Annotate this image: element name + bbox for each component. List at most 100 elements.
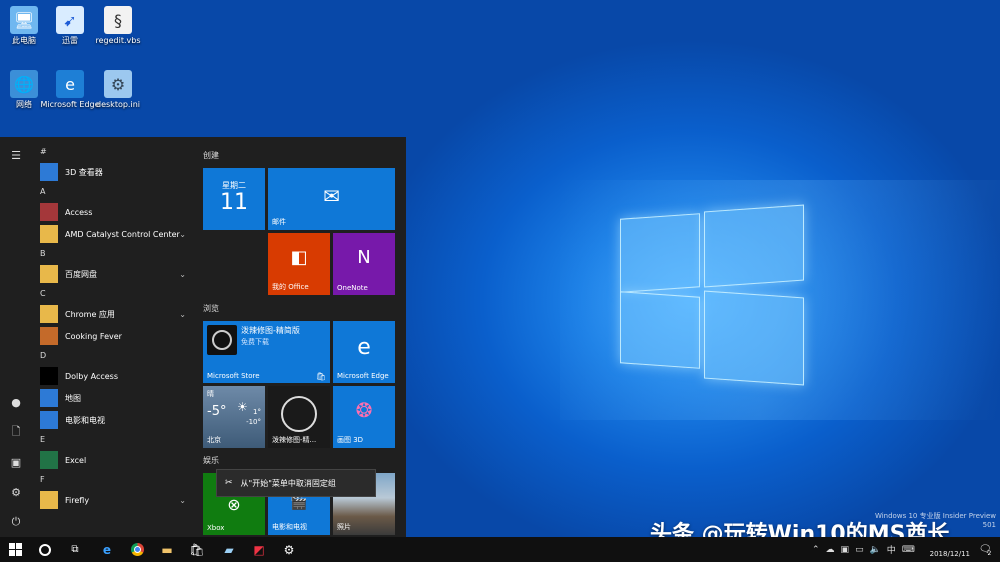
chrome-taskbar-icon[interactable]: [122, 537, 152, 562]
mail-tile[interactable]: ✉ 邮件: [268, 168, 395, 230]
settings-file-icon: ⚙: [104, 70, 132, 98]
folder-icon: [40, 225, 58, 243]
script-file-icon: §: [104, 6, 132, 34]
media-app-taskbar-icon[interactable]: ◩: [244, 537, 274, 562]
ime-indicator[interactable]: 中: [887, 543, 896, 556]
app-list-item[interactable]: Excel: [32, 449, 192, 471]
office-tile[interactable]: ◧ 我的 Office: [268, 233, 330, 295]
app-list-item-label: 3D 查看器: [65, 167, 103, 177]
chevron-down-icon[interactable]: ⌄: [179, 270, 186, 279]
weather-tile[interactable]: 晴 -5° ☀ 1° -10° 北京: [203, 386, 265, 448]
excel-icon: [40, 451, 58, 469]
onenote-tile[interactable]: N OneNote: [333, 233, 395, 295]
power-icon[interactable]: ⏻: [0, 509, 32, 535]
app-list-item[interactable]: Chrome 应用 ⌄: [32, 303, 192, 325]
film-icon: 🎬: [290, 495, 308, 511]
unpin-group-menu-item[interactable]: 从"开始"菜单中取消固定组: [241, 478, 336, 489]
notepad-taskbar-icon[interactable]: ▰: [214, 537, 244, 562]
desktop-icon-regedit[interactable]: § regedit.vbs: [86, 6, 150, 46]
logo-pane: [704, 290, 804, 386]
onenote-icon: N: [357, 247, 371, 268]
edge-taskbar-icon[interactable]: e: [92, 537, 122, 562]
store-tile[interactable]: 泼辣修图-精简版 免费下载 Microsoft Store 🛍: [203, 321, 330, 383]
app-list: #3D 查看器 A Access AMD Catalyst Control Cente…: [32, 143, 192, 511]
app-list-item[interactable]: 百度网盘 ⌄: [32, 263, 192, 285]
app-list-item[interactable]: 3D 查看器: [32, 161, 192, 183]
network-icon: 🌐: [10, 70, 38, 98]
app-list-item-label: 电影和电视: [65, 415, 105, 425]
app-list-item-label: Excel: [65, 455, 87, 465]
chevron-down-icon[interactable]: ⌄: [179, 496, 186, 505]
clock[interactable]: 2018/12/11: [930, 539, 970, 559]
chevron-up-icon[interactable]: ⌃: [812, 545, 820, 555]
app-list-item-label: 地图: [65, 393, 81, 403]
dolby-icon: [40, 367, 58, 385]
app-list-item-label: 百度网盘: [65, 269, 97, 279]
computer-icon: 🖥: [10, 6, 38, 34]
clock-time: [930, 539, 970, 549]
paint-drop-icon: ❂: [355, 398, 373, 422]
network-tray-icon[interactable]: ▭: [855, 545, 864, 555]
store-taskbar-icon[interactable]: 🛍: [182, 537, 212, 562]
start-button-windows-icon[interactable]: [0, 537, 30, 562]
section-header[interactable]: F: [32, 471, 192, 489]
section-header[interactable]: #: [32, 143, 192, 161]
maps-icon: [40, 389, 58, 407]
section-header[interactable]: E: [32, 431, 192, 449]
logo-pane: [620, 213, 700, 293]
app-list-item-label: Access: [65, 207, 93, 217]
search-circle-icon[interactable]: [30, 537, 60, 562]
app-list-item[interactable]: Access: [32, 201, 192, 223]
keyboard-icon[interactable]: ⌨: [902, 545, 915, 555]
app-list-item[interactable]: Dolby Access: [32, 365, 192, 387]
chevron-down-icon[interactable]: ⌄: [179, 230, 186, 239]
envelope-icon: ✉: [323, 184, 340, 208]
app-list-item[interactable]: Firefly ⌄: [32, 489, 192, 511]
movies-icon: [40, 411, 58, 429]
folder-icon: [40, 265, 58, 283]
cloud-icon[interactable]: ☁: [826, 545, 835, 555]
app-list-item[interactable]: 地图: [32, 387, 192, 409]
polarr-tile[interactable]: 泼辣修图-精...: [268, 386, 330, 448]
polarr-app-icon: [207, 325, 237, 355]
app-list-item-label: Chrome 应用: [65, 309, 115, 319]
pictures-icon[interactable]: ▣: [0, 449, 32, 475]
logo-pane: [704, 204, 804, 288]
group-header-browse[interactable]: 浏览: [203, 303, 219, 314]
app-list-item-label: Cooking Fever: [65, 331, 122, 341]
task-view-icon[interactable]: ⧉: [60, 537, 90, 562]
file-explorer-icon[interactable]: ▬: [152, 537, 182, 562]
paint3d-tile[interactable]: ❂ 画图 3D: [333, 386, 395, 448]
section-header[interactable]: C: [32, 285, 192, 303]
user-avatar-icon[interactable]: ●: [0, 389, 32, 415]
app-list-item-label: Firefly: [65, 495, 90, 505]
xbox-icon: ⊗: [227, 495, 241, 514]
edge-tile[interactable]: e Microsoft Edge: [333, 321, 395, 383]
app-list-item[interactable]: AMD Catalyst Control Center ⌄: [32, 223, 192, 245]
app-list-item-label: AMD Catalyst Control Center: [65, 229, 180, 239]
section-header[interactable]: A: [32, 183, 192, 201]
app-list-item[interactable]: Cooking Fever: [32, 325, 192, 347]
edge-icon: e: [56, 70, 84, 98]
cooking-icon: [40, 327, 58, 345]
group-header-create[interactable]: 创建: [203, 150, 219, 161]
volume-icon[interactable]: 🔈: [870, 545, 881, 555]
section-header[interactable]: B: [32, 245, 192, 263]
security-icon[interactable]: ▣: [841, 545, 850, 555]
desktop-icon-desktopini[interactable]: ⚙ desktop.ini: [86, 70, 150, 110]
app-list-item[interactable]: 电影和电视: [32, 409, 192, 431]
clock-date: 2018/12/11: [929, 550, 970, 558]
chevron-down-icon[interactable]: ⌄: [179, 310, 186, 319]
calendar-tile[interactable]: 星期二 11: [203, 168, 265, 230]
documents-icon[interactable]: 🗋: [0, 419, 32, 445]
action-center-icon[interactable]: 🗨 2: [972, 537, 998, 562]
unpin-icon: ✂: [225, 478, 233, 488]
settings-gear-icon[interactable]: ⚙: [0, 479, 32, 505]
settings-taskbar-icon[interactable]: ⚙: [274, 537, 304, 562]
logo-pane: [620, 291, 700, 369]
edge-icon: e: [357, 335, 371, 360]
access-icon: [40, 203, 58, 221]
hamburger-menu-icon[interactable]: ☰: [0, 142, 32, 168]
section-header[interactable]: D: [32, 347, 192, 365]
group-header-entertainment[interactable]: 娱乐: [203, 455, 219, 466]
